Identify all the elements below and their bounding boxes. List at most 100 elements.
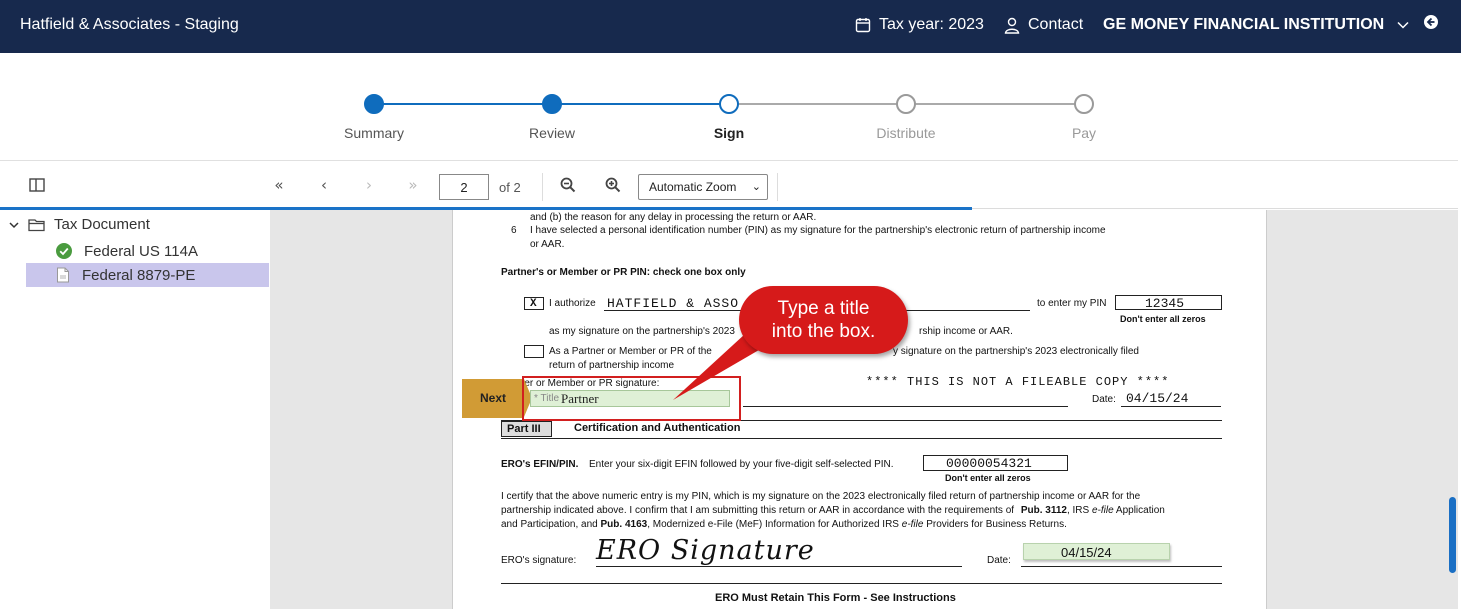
date-underline [1021, 566, 1222, 567]
zoom-select[interactable]: Automatic Zoom ⌄ [638, 174, 768, 200]
step-summary[interactable]: Summary [314, 94, 434, 141]
organization-name: GE MONEY FINANCIAL INSTITUTION [1103, 16, 1385, 33]
partner-date-value: 04/15/24 [1126, 391, 1189, 406]
part3-title: Certification and Authentication [574, 422, 741, 434]
pin-heading: Partner's or Member or PR PIN: check one… [501, 267, 746, 278]
chevron-down-icon: ⌄ [751, 181, 761, 193]
step-dot [1074, 94, 1094, 114]
tree-item-federal-us-114a[interactable]: Federal US 114A [26, 239, 269, 263]
chevron-left-icon: ‹ [321, 176, 327, 194]
step-pay[interactable]: Pay [1024, 94, 1144, 141]
part3-tag: Part III [501, 421, 552, 437]
certification-text-part: Application [1115, 505, 1165, 516]
step-label: Summary [344, 125, 404, 141]
form-text: Enter your six-digit EFIN followed by yo… [589, 459, 894, 470]
form-text: or AAR. [530, 239, 565, 250]
app-title: Hatfield & Associates - Staging [20, 16, 239, 33]
step-review[interactable]: Review [492, 94, 612, 141]
toggle-sidebar-button[interactable] [26, 173, 48, 197]
tax-year-label: Tax year: 2023 [879, 16, 984, 33]
efin-pin-box[interactable]: 00000054321 [923, 455, 1068, 471]
check-mark: X [530, 298, 537, 310]
previous-page-button[interactable]: ‹ [313, 173, 335, 197]
organization-dropdown[interactable]: GE MONEY FINANCIAL INSTITUTION [1103, 16, 1410, 34]
step-label: Pay [1071, 125, 1097, 141]
certification-text-part: partnership indicated above. I confirm t… [501, 505, 1015, 516]
step-label: Distribute [876, 125, 936, 141]
zoom-out-button[interactable] [557, 173, 579, 197]
tax-year-button[interactable]: Tax year: 2023 [855, 16, 984, 34]
form-note: Don't enter all zeros [1120, 314, 1206, 324]
ero-date-value: 04/15/24 [1061, 545, 1112, 560]
certification-text-part: Providers for Business Returns. [926, 519, 1067, 530]
pub-3112-ref: Pub. 3112 [1020, 505, 1067, 516]
tree-item-federal-8879-pe[interactable]: Federal 8879-PE [26, 263, 269, 287]
partner-pin-value: 12345 [1145, 296, 1185, 311]
page-number-input[interactable] [439, 174, 489, 200]
toolbar-divider [542, 173, 543, 201]
person-icon [1004, 17, 1020, 34]
alternate-checkbox[interactable] [524, 345, 544, 358]
certification-text-part: , Modernized e-File (MeF) Information fo… [647, 519, 899, 530]
authorize-checkbox[interactable]: X [524, 297, 544, 310]
pub-4163-ref: Pub. 4163 [600, 519, 648, 530]
tree-item-label: Federal US 114A [84, 242, 198, 260]
sign-out-button[interactable] [1423, 14, 1439, 30]
certification-text-part: , IRS [1066, 505, 1090, 516]
step-sign[interactable]: Sign [669, 94, 789, 141]
form-text: rship income or AAR. [919, 326, 1013, 337]
form-note: Don't enter all zeros [945, 473, 1031, 483]
certification-text: and Participation, and Pub. 4163, Modern… [501, 519, 1067, 530]
tree-item-label: Federal 8879-PE [82, 266, 196, 284]
form-footer: ERO Must Retain This Form - See Instruct… [715, 592, 956, 604]
part3-label: Part III [507, 423, 541, 435]
instruction-callout: Type a title into the box. [739, 286, 908, 354]
title-placeholder: * Title [534, 393, 560, 404]
document-tree: Tax Document Federal US 114A Federal 887… [0, 210, 270, 609]
ero-date-field[interactable]: 04/15/24 [1023, 543, 1170, 560]
pdf-file-icon [57, 267, 69, 283]
signature-underline [596, 566, 962, 567]
tree-root-tax-document[interactable]: Tax Document [8, 216, 150, 233]
zoom-value: Automatic Zoom [649, 180, 737, 194]
partner-pin-box[interactable]: 12345 [1115, 295, 1222, 311]
next-field-button[interactable]: Next [462, 379, 524, 418]
date-label: Date: [1092, 394, 1116, 405]
double-chevron-right-icon: » [408, 176, 418, 194]
title-value: Partner [561, 391, 599, 406]
page-count-label: of 2 [499, 180, 521, 195]
step-dot [364, 94, 384, 114]
form-text: I authorize [549, 298, 596, 309]
sidebar-toggle-icon [29, 178, 45, 192]
zoom-in-button[interactable] [602, 173, 624, 197]
document-viewer[interactable]: and (b) the reason for any delay in proc… [270, 210, 1458, 609]
double-chevron-left-icon: « [274, 176, 284, 194]
callout-line: into the box. [771, 321, 876, 342]
date-underline [1121, 406, 1221, 407]
zoom-in-icon [605, 177, 621, 193]
next-page-button[interactable]: › [358, 173, 380, 197]
form-text: I have selected a personal identificatio… [530, 225, 1106, 236]
form-text: y signature on the partnership's 2023 el… [893, 346, 1139, 357]
contact-button[interactable]: Contact [1004, 16, 1083, 34]
chevron-down-icon [9, 221, 19, 228]
sign-out-icon [1424, 15, 1438, 29]
step-dot [542, 94, 562, 114]
ero-efin-label: ERO's EFIN/PIN. [501, 459, 579, 470]
step-distribute[interactable]: Distribute [846, 94, 966, 141]
line-number: 6 [511, 225, 517, 236]
step-label: Review [529, 125, 575, 141]
first-page-button[interactable]: « [268, 173, 290, 197]
form-text: to enter my PIN [1037, 298, 1107, 309]
not-fileable-banner: **** THIS IS NOT A FILEABLE COPY **** [866, 375, 1170, 389]
last-page-button[interactable]: » [402, 173, 424, 197]
chevron-right-icon: › [366, 176, 372, 194]
section-rule [501, 438, 1222, 439]
efin-pin-value: 00000054321 [946, 456, 1032, 471]
document-scrollbar[interactable] [1449, 497, 1456, 573]
calendar-icon [855, 18, 871, 33]
step-label: Sign [713, 125, 745, 141]
ero-signature-value: ERO Signature [596, 535, 815, 566]
callout-line: Type a title [777, 298, 870, 319]
ero-firm-name: HATFIELD & ASSO [607, 296, 740, 311]
